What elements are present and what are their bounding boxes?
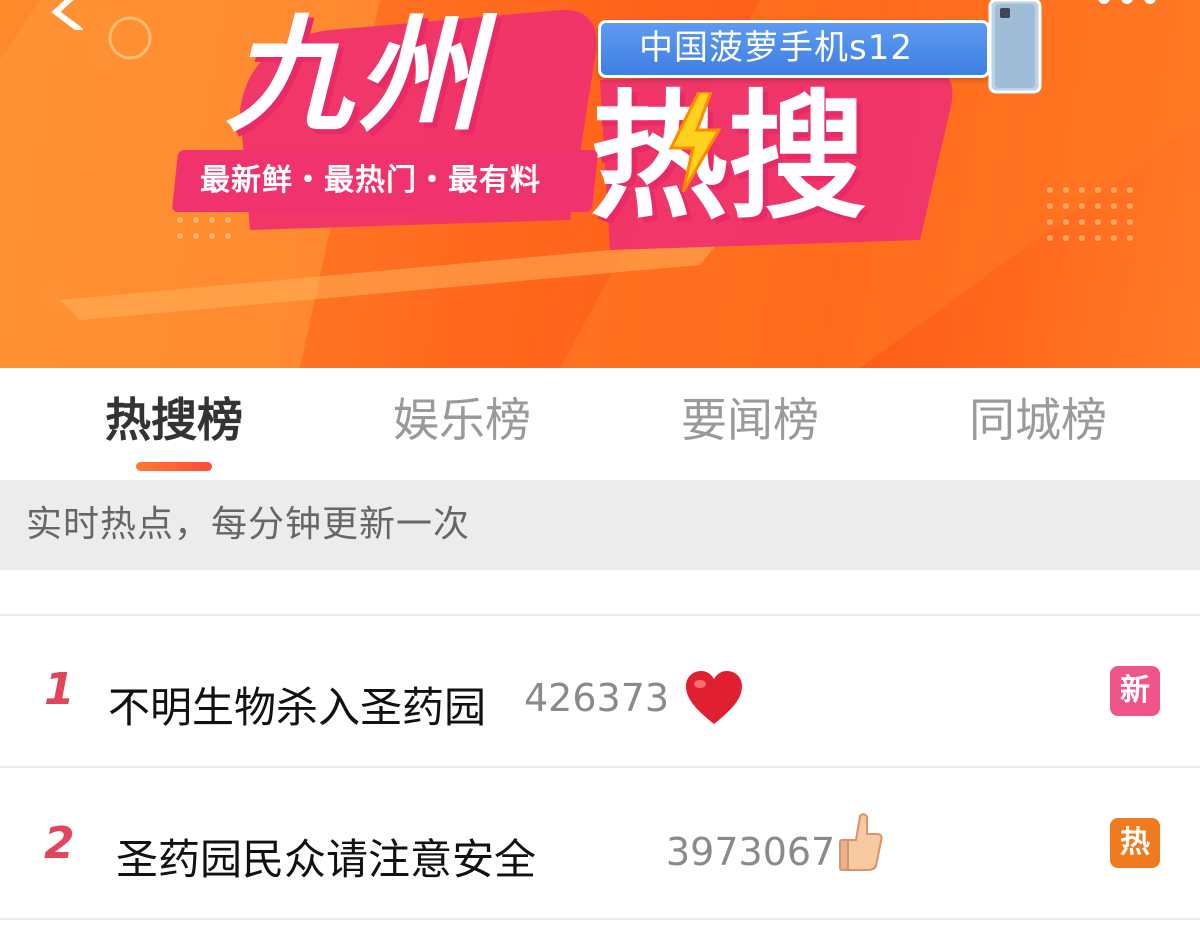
heart-icon [686,671,742,724]
thumbs-up-icon [839,813,883,871]
brand-title-right: 热搜 [590,77,867,238]
phone-ad-pill[interactable]: 中国菠萝手机s12 [598,20,990,78]
hot-search-banner: 九州 热搜 最新鲜・最热门・最有料 中国菠萝手机s12 [0,0,1200,368]
list-item[interactable]: 1 不明生物杀入圣药园 426373 新 [0,616,1200,766]
tab-news[interactable]: 要闻榜 [670,390,830,450]
ranking-tabs: 热搜榜 娱乐榜 要闻榜 同城榜 [0,368,1200,480]
hot-search-page: 九州 热搜 最新鲜・最热门・最有料 中国菠萝手机s12 热搜榜 娱乐榜 要闻榜 … [0,0,1200,937]
tab-entertainment[interactable]: 娱乐榜 [382,390,542,450]
more-button[interactable] [1082,0,1172,20]
tag-new-badge: 新 [1110,666,1160,716]
update-notice: 实时热点，每分钟更新一次 [0,480,1200,570]
search-count: 426373 [524,676,670,720]
tab-local[interactable]: 同城榜 [958,390,1118,450]
phone-product-image [988,0,1042,94]
lightning-bolt-icon [668,92,722,192]
hot-search-list: 1 不明生物杀入圣药园 426373 新 2 圣药园民众请注意安全 397306… [0,570,1200,937]
active-tab-indicator [136,462,212,471]
tab-hot-search[interactable]: 热搜榜 [94,390,254,450]
more-dots-icon [1098,0,1156,4]
item-title: 圣药园民众请注意安全 [116,835,537,884]
brand-title-left: 九州 [226,1,486,149]
rank-number: 2 [44,818,75,869]
list-divider [0,918,1200,920]
list-item[interactable]: 2 圣药园民众请注意安全 3973067 热 [0,768,1200,918]
slogan-text: 最新鲜・最热门・最有料 [200,163,541,198]
search-count: 3973067 [666,830,836,874]
chevron-left-icon [51,0,83,33]
rank-number: 1 [44,664,75,715]
tag-hot-badge: 热 [1110,818,1160,868]
back-button[interactable] [40,0,110,33]
item-title: 不明生物杀入圣药园 [108,683,487,732]
